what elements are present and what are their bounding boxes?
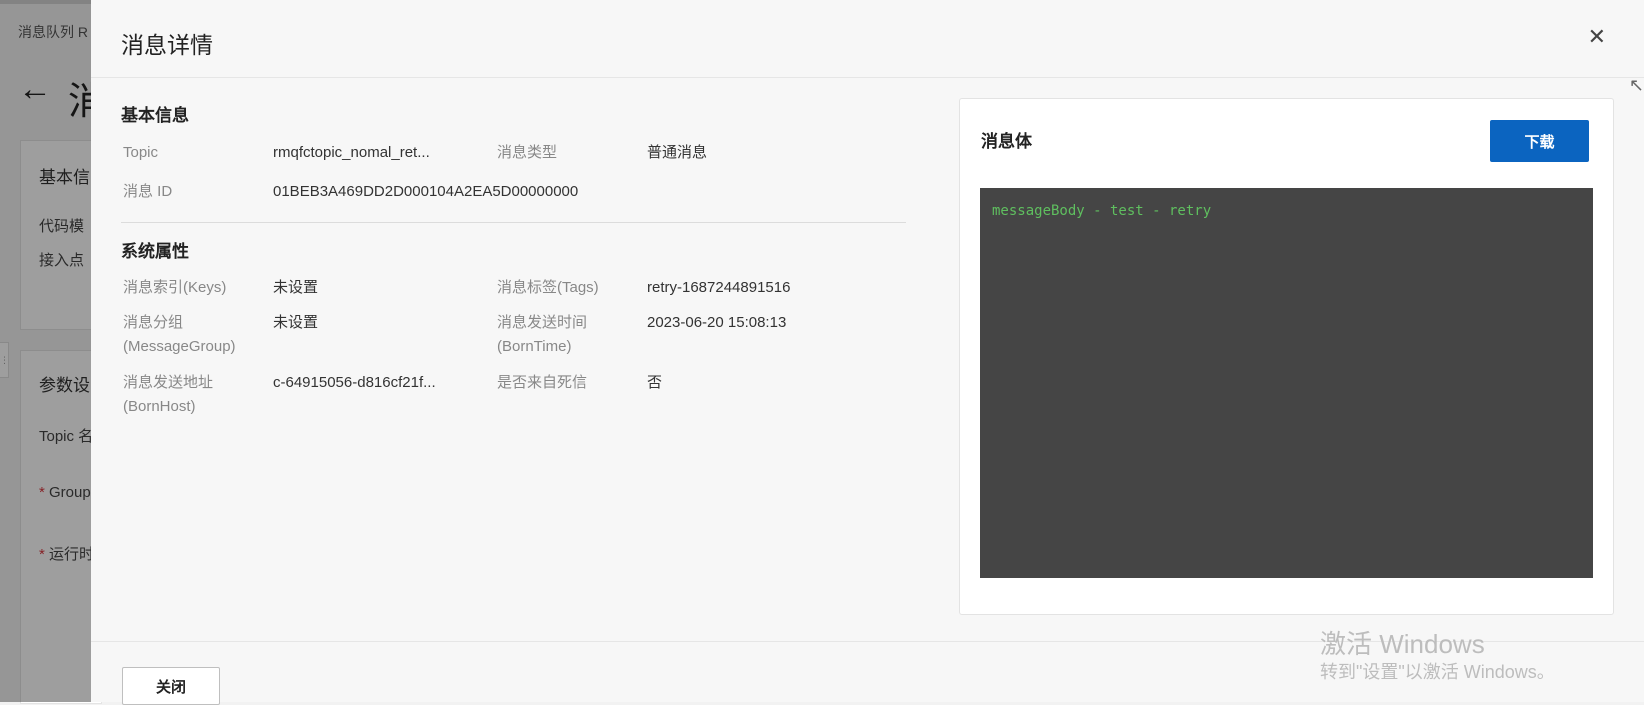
close-button[interactable]: 关闭 — [122, 667, 220, 705]
keys-label: 消息索引(Keys) — [123, 279, 227, 296]
label-line: (MessageGroup) — [123, 338, 236, 355]
message-group-label: 消息分组 (MessageGroup) — [123, 311, 236, 359]
drawer-header: 消息详情 ✕ — [91, 0, 1644, 78]
label-line: (BornTime) — [497, 338, 572, 355]
download-button[interactable]: 下载 — [1490, 120, 1589, 162]
message-body-panel: 消息体 下载 messageBody - test - retry — [959, 98, 1614, 615]
drawer-title: 消息详情 — [121, 32, 213, 58]
born-host-value[interactable]: c-64915056-d816cf21f... — [273, 371, 436, 395]
message-type-label: 消息类型 — [497, 144, 558, 161]
message-group-value: 未设置 — [273, 314, 319, 331]
message-id-label: 消息 ID — [123, 183, 173, 200]
message-type-value: 普通消息 — [647, 144, 708, 161]
born-host-label: 消息发送地址 (BornHost) — [123, 371, 213, 419]
basic-info-heading: 基本信息 — [121, 106, 189, 125]
section-divider — [121, 222, 906, 223]
label-line: 消息发送地址 — [123, 374, 214, 391]
dead-letter-value: 否 — [647, 374, 663, 391]
topic-value[interactable]: rmqfctopic_nomal_ret... — [273, 141, 430, 165]
topic-label: Topic — [123, 144, 159, 161]
system-props-heading: 系统属性 — [121, 242, 189, 261]
tags-value: retry-1687244891516 — [647, 279, 791, 296]
message-body-text: messageBody - test - retry — [992, 203, 1212, 219]
dead-letter-label: 是否来自死信 — [497, 374, 588, 391]
message-body-heading: 消息体 — [981, 132, 1032, 151]
keys-value: 未设置 — [273, 279, 319, 296]
label-line: 消息发送时间 — [497, 314, 588, 331]
label-line: 消息分组 — [123, 314, 184, 331]
born-time-label: 消息发送时间 (BornTime) — [497, 311, 587, 359]
message-detail-drawer: 消息详情 ✕ ↖ 基本信息 Topic rmqfctopic_nomal_ret… — [91, 0, 1644, 705]
windows-watermark-title: 激活 Windows — [1320, 629, 1485, 659]
message-id-value: 01BEB3A469DD2D000104A2EA5D00000000 — [273, 183, 579, 200]
born-time-value: 2023-06-20 15:08:13 — [647, 314, 787, 331]
close-icon[interactable]: ✕ — [1588, 26, 1606, 48]
message-body-content[interactable]: messageBody - test - retry — [980, 188, 1593, 578]
tags-label: 消息标签(Tags) — [497, 279, 599, 296]
windows-watermark-subtitle: 转到"设置"以激活 Windows。 — [1320, 662, 1555, 682]
label-line: (BornHost) — [123, 398, 196, 415]
mouse-cursor-icon: ↖ — [1628, 75, 1644, 95]
